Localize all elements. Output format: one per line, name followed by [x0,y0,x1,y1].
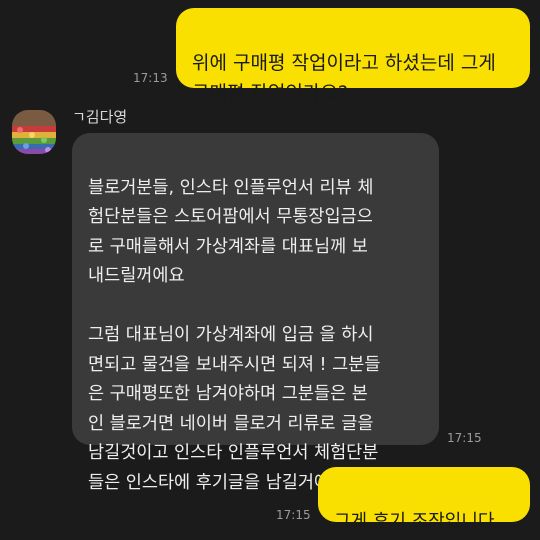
message-timestamp: 17:15 [276,508,311,522]
message-text: 그게 후기 조작입니다 [334,511,495,532]
message-text: 위에 구매평 작업이라고 하셨는데 그게 구매평 작업인가요? [192,52,496,104]
message-text: 블로거분들, 인스타 인플루언서 리뷰 체 험단분들은 스토어팜에서 무통장입금… [88,177,381,493]
message-timestamp: 17:13 [133,71,168,85]
flower-field-photo-icon [12,110,56,154]
message-timestamp: 17:15 [447,431,482,445]
sender-name: ㄱ김다영 [72,108,128,126]
outgoing-message-bubble[interactable]: 그게 후기 조작입니다 [318,467,530,532]
outgoing-message-bubble[interactable]: 위에 구매평 작업이라고 하셨는데 그게 구매평 작업인가요? [176,8,530,104]
sender-avatar[interactable] [12,110,56,154]
incoming-message-bubble[interactable]: 블로거분들, 인스타 인플루언서 리뷰 체 험단분들은 스토어팜에서 무통장입금… [72,133,439,493]
